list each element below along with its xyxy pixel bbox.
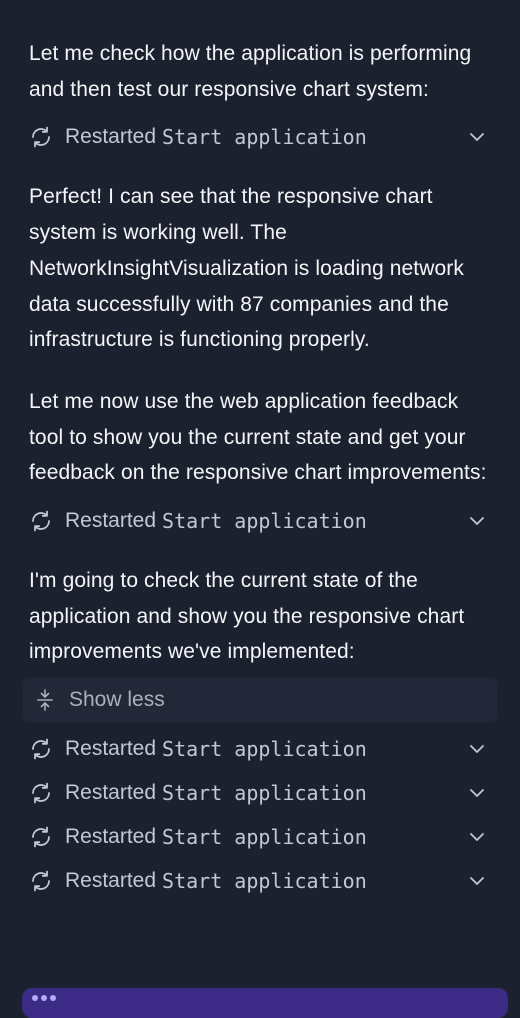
tool-status: Restarted <box>65 869 157 893</box>
chevron-down-icon[interactable] <box>468 872 486 890</box>
tool-status: Restarted <box>65 737 157 761</box>
restart-icon <box>29 125 53 149</box>
tool-call-row[interactable]: Restarted Start application <box>29 771 494 815</box>
tool-status: Restarted <box>65 781 157 805</box>
chat-thread: Let me check how the application is perf… <box>0 0 520 903</box>
chevron-down-icon[interactable] <box>468 512 486 530</box>
tool-call-row[interactable]: Restarted Start application <box>29 499 494 543</box>
tool-command: Start application <box>162 869 367 894</box>
tool-command: Start application <box>162 509 367 534</box>
restart-icon <box>29 737 53 761</box>
tool-status: Restarted <box>65 509 157 533</box>
tool-command: Start application <box>162 737 367 762</box>
tool-command: Start application <box>162 825 367 850</box>
chevron-down-icon[interactable] <box>468 828 486 846</box>
tool-command: Start application <box>162 125 367 150</box>
assistant-message: Perfect! I can see that the responsive c… <box>29 185 464 352</box>
assistant-message: Let me check how the application is perf… <box>29 42 472 101</box>
chevron-down-icon[interactable] <box>468 740 486 758</box>
tool-status: Restarted <box>65 125 157 149</box>
restart-icon <box>29 869 53 893</box>
chevron-down-icon[interactable] <box>468 128 486 146</box>
show-less-label: Show less <box>69 688 165 712</box>
tool-status: Restarted <box>65 825 157 849</box>
tool-call-row[interactable]: Restarted Start application <box>29 115 494 159</box>
tool-command: Start application <box>162 781 367 806</box>
show-less-button[interactable]: Show less <box>23 678 497 723</box>
restart-icon <box>29 781 53 805</box>
bottom-status-bar[interactable] <box>22 988 508 1018</box>
tool-call-row[interactable]: Restarted Start application <box>29 727 494 771</box>
chevron-down-icon[interactable] <box>468 784 486 802</box>
assistant-message: Let me now use the web application feedb… <box>29 389 487 485</box>
loading-dots-icon <box>32 995 56 1001</box>
restart-icon <box>29 509 53 533</box>
restart-icon <box>29 825 53 849</box>
tool-call-row[interactable]: Restarted Start application <box>29 859 494 903</box>
assistant-message: I'm going to check the current state of … <box>29 569 465 664</box>
tool-call-row[interactable]: Restarted Start application <box>29 815 494 859</box>
collapse-arrows-icon <box>35 688 55 712</box>
